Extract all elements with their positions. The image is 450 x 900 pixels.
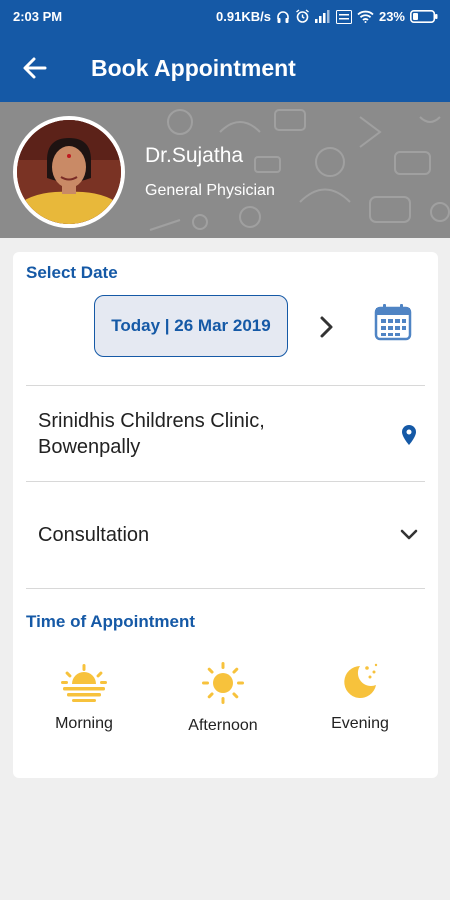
doctor-name: Dr.Sujatha [145,144,244,167]
divider [26,481,425,482]
doctor-specialty: General Physician [145,182,275,199]
consultation-type-dropdown[interactable]: Consultation [38,524,149,547]
status-icons: 0.91KB/s 23% [216,9,438,24]
doctor-profile-header: Dr.Sujatha General Physician [0,102,450,238]
back-arrow-icon[interactable] [18,51,52,85]
signal-icon [314,10,330,23]
slot-label: Afternoon [188,717,258,734]
headphones-icon [277,10,289,23]
sunrise-icon [61,664,107,702]
app-bar: Book Appointment [0,34,450,102]
wifi-icon [357,10,374,23]
volte-icon [335,9,352,24]
chevron-down-icon[interactable] [399,528,419,542]
moon-icon [344,663,378,698]
chevron-right-icon[interactable] [315,314,337,340]
divider [26,385,425,386]
doctor-photo [17,120,121,224]
battery-percent: 23% [378,9,405,24]
status-time: 2:03 PM [13,9,63,24]
status-bar: 2:03 PM 0.91KB/s 23% [0,0,450,34]
alarm-icon [296,9,309,23]
calendar-icon[interactable] [373,302,413,342]
booking-card: Select Date Today | 26 Mar 2019 Srinidhi… [13,252,438,778]
slot-evening[interactable]: Evening [305,662,415,733]
slot-label: Morning [55,715,113,732]
date-selector-button[interactable]: Today | 26 Mar 2019 [94,295,288,357]
time-of-appointment-label: Time of Appointment [26,612,196,631]
page-title: Book Appointment [91,55,296,81]
location-pin-icon[interactable] [401,424,417,446]
clinic-name[interactable]: Srinidhis Childrens Clinic, Bowenpally [38,408,348,460]
divider [26,588,425,589]
network-speed: 0.91KB/s [216,9,271,24]
battery-icon [410,10,438,23]
slot-morning[interactable]: Morning [29,662,139,733]
slot-label: Evening [331,715,389,732]
doctor-avatar [13,116,125,228]
select-date-label: Select Date [26,263,118,282]
selected-date: Today | 26 Mar 2019 [111,316,271,335]
sun-icon [202,662,244,704]
slot-afternoon[interactable]: Afternoon [168,662,278,735]
